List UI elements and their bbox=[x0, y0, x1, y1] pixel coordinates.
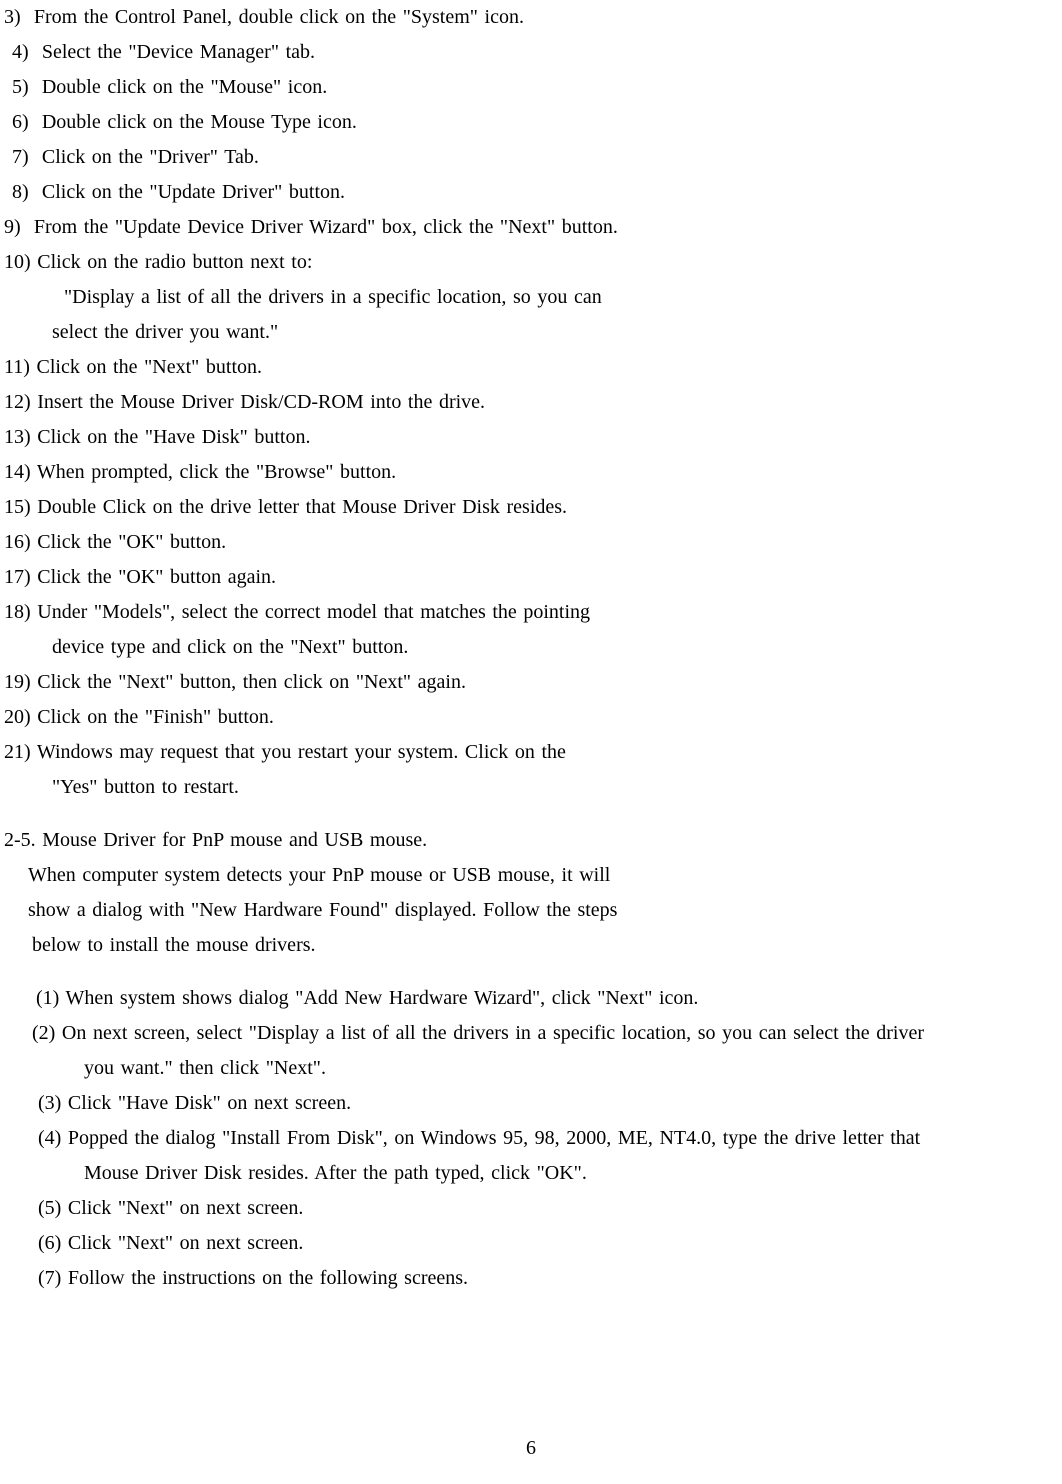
step-a-line: 21) Windows may request that you restart… bbox=[4, 735, 1058, 770]
step-a-line: 13) Click on the "Have Disk" button. bbox=[4, 420, 1058, 455]
spacer bbox=[4, 805, 1058, 823]
section-header-2-5: 2-5. Mouse Driver for PnP mouse and USB … bbox=[4, 823, 1058, 858]
step-a-line: 8) Click on the "Update Driver" button. bbox=[4, 175, 1058, 210]
section-b-intro: When computer system detects your PnP mo… bbox=[4, 858, 1058, 963]
step-a-line: "Yes" button to restart. bbox=[4, 770, 1058, 805]
step-a-line: "Display a list of all the drivers in a … bbox=[4, 280, 1058, 315]
step-a-line: 6) Double click on the Mouse Type icon. bbox=[4, 105, 1058, 140]
document-body: 3) From the Control Panel, double click … bbox=[4, 0, 1058, 1296]
page-number: 6 bbox=[0, 1431, 1062, 1466]
spacer bbox=[4, 963, 1058, 981]
step-a-line: 16) Click the "OK" button. bbox=[4, 525, 1058, 560]
step-a-line: 9) From the "Update Device Driver Wizard… bbox=[4, 210, 1058, 245]
intro-b-line: show a dialog with "New Hardware Found" … bbox=[4, 893, 1058, 928]
step-b-line: (5) Click "Next" on next screen. bbox=[4, 1191, 1058, 1226]
intro-b-line: When computer system detects your PnP mo… bbox=[4, 858, 1058, 893]
step-a-line: 3) From the Control Panel, double click … bbox=[4, 0, 1058, 35]
step-a-line: 17) Click the "OK" button again. bbox=[4, 560, 1058, 595]
step-b-line: you want." then click "Next". bbox=[4, 1051, 1058, 1086]
step-b-line: (6) Click "Next" on next screen. bbox=[4, 1226, 1058, 1261]
steps-section-b: (1) When system shows dialog "Add New Ha… bbox=[4, 981, 1058, 1296]
step-a-line: 10) Click on the radio button next to: bbox=[4, 245, 1058, 280]
step-a-line: 20) Click on the "Finish" button. bbox=[4, 700, 1058, 735]
step-a-line: device type and click on the "Next" butt… bbox=[4, 630, 1058, 665]
step-a-line: 5) Double click on the "Mouse" icon. bbox=[4, 70, 1058, 105]
step-a-line: 12) Insert the Mouse Driver Disk/CD-ROM … bbox=[4, 385, 1058, 420]
step-a-line: 15) Double Click on the drive letter tha… bbox=[4, 490, 1058, 525]
step-a-line: 4) Select the "Device Manager" tab. bbox=[4, 35, 1058, 70]
intro-b-line: below to install the mouse drivers. bbox=[4, 928, 1058, 963]
step-b-line: (3) Click "Have Disk" on next screen. bbox=[4, 1086, 1058, 1121]
step-b-line: (7) Follow the instructions on the follo… bbox=[4, 1261, 1058, 1296]
step-b-line: Mouse Driver Disk resides. After the pat… bbox=[4, 1156, 1058, 1191]
step-a-line: 19) Click the "Next" button, then click … bbox=[4, 665, 1058, 700]
step-a-line: 14) When prompted, click the "Browse" bu… bbox=[4, 455, 1058, 490]
step-a-line: 11) Click on the "Next" button. bbox=[4, 350, 1058, 385]
step-b-line: (1) When system shows dialog "Add New Ha… bbox=[4, 981, 1058, 1016]
step-a-line: select the driver you want." bbox=[4, 315, 1058, 350]
step-a-line: 18) Under "Models", select the correct m… bbox=[4, 595, 1058, 630]
step-a-line: 7) Click on the "Driver" Tab. bbox=[4, 140, 1058, 175]
step-b-line: (4) Popped the dialog "Install From Disk… bbox=[4, 1121, 1058, 1156]
steps-section-a: 3) From the Control Panel, double click … bbox=[4, 0, 1058, 805]
step-b-line: (2) On next screen, select "Display a li… bbox=[4, 1016, 1058, 1051]
